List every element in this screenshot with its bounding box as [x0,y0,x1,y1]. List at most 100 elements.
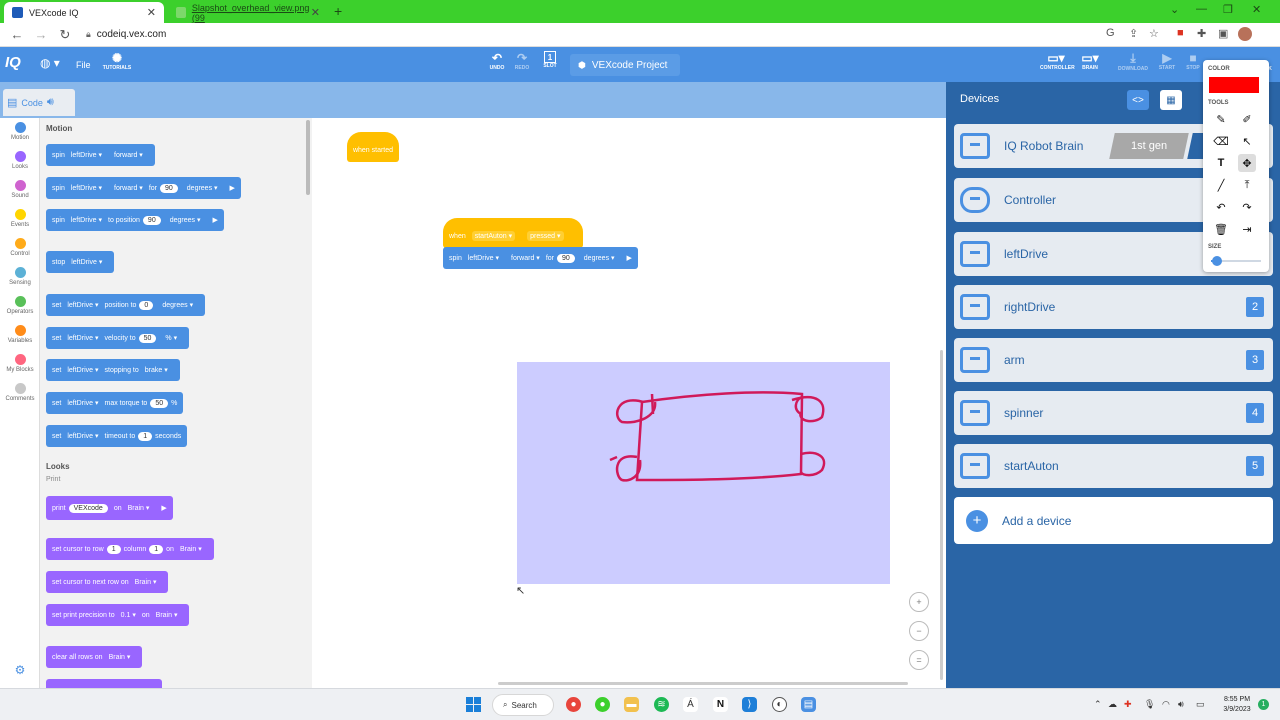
device-row-spinner[interactable]: spinner 4 [954,391,1273,435]
device-row-rightdrive[interactable]: rightDrive 2 [954,285,1273,329]
extension-icon[interactable]: ■ [1177,27,1184,39]
position-input[interactable]: 0 [139,300,154,310]
tray-app-icon[interactable]: ✚ [1124,699,1132,710]
url-field[interactable]: 🔒︎ codeiq.vex.com [86,29,166,40]
extensions-puzzle-icon[interactable]: ✚ [1197,27,1206,40]
play-icon[interactable]: ▶ [212,216,217,224]
position-input[interactable]: 90 [142,215,161,225]
download-button[interactable]: ⤓ DOWNLOAD [1116,51,1150,72]
file-menu[interactable]: File [76,60,91,70]
category-my-blocks[interactable]: My Blocks [0,354,40,373]
taskbar-search[interactable]: ⌕ Search [492,694,554,716]
category-comments[interactable]: Comments [0,383,40,402]
close-tab-icon[interactable]: ✕ [147,6,156,19]
direction-dropdown[interactable]: forward ▾ [511,254,540,262]
motor-dropdown[interactable]: leftDrive ▾ [71,216,102,224]
motor-dropdown[interactable]: leftDrive ▾ [67,432,98,440]
notion-icon[interactable]: N [713,697,728,712]
google-icon[interactable]: G [1106,27,1115,39]
workspace-horizontal-scrollbar[interactable] [498,682,908,685]
chrome-profile-icon[interactable]: ● [595,697,610,712]
workspace-vertical-scrollbar[interactable] [940,350,943,680]
palette-scrollbar[interactable] [306,120,310,195]
extensions-icon[interactable]: ⚙︎ [0,663,40,677]
share-icon[interactable]: ⇪ [1129,27,1138,40]
set-velocity-block[interactable]: set leftDrive ▾ velocity to 50 % ▾ [46,327,190,349]
motor-dropdown[interactable]: leftDrive ▾ [71,184,102,192]
file-explorer-icon[interactable]: ▬ [624,697,639,712]
windows-start-icon[interactable] [466,697,481,712]
controller-button[interactable]: ▭▾ CONTROLLER [1040,51,1075,71]
cloud-icon[interactable]: ☁ [1108,699,1117,710]
screen-dropdown[interactable]: Brain ▾ [180,545,202,553]
upload-icon[interactable]: ⤒ [1238,176,1256,194]
line-icon[interactable]: ╱ [1212,176,1230,194]
add-device-button[interactable]: + Add a device [954,497,1273,544]
workspace-spin-for-block[interactable]: spin leftDrive ▾ forward ▾ for 90 degree… [443,247,638,269]
when-started-block[interactable]: when started [347,132,399,162]
velocity-input[interactable]: 50 [138,333,157,343]
screen-dropdown[interactable]: Brain ▾ [156,611,178,619]
wifi-icon[interactable]: ◠ [1162,699,1170,710]
category-variables[interactable]: Variables [0,325,40,344]
play-icon[interactable]: ▶ [230,184,235,192]
new-tab-button[interactable]: + [334,3,342,19]
bookmark-star-icon[interactable]: ☆ [1149,27,1159,40]
zoom-reset-button[interactable]: = [909,650,929,670]
screen-dropdown[interactable]: Brain ▾ [135,578,157,586]
row-input[interactable]: 1 [106,544,121,554]
undo-icon[interactable]: ↶ [1212,198,1230,216]
set-cursor-block[interactable]: set cursor to row 1 column 1 on Brain ▾ [46,538,214,560]
speaker-icon[interactable]: 🔊︎ [47,96,54,109]
spotify-icon[interactable]: ≋ [654,697,669,712]
motor-dropdown[interactable]: leftDrive ▾ [67,399,98,407]
event-device-dropdown[interactable]: startAuton ▾ [471,231,516,241]
marker-icon[interactable]: ✐ [1238,110,1256,128]
volume-icon[interactable]: 🔊︎ [1178,699,1184,710]
direction-dropdown[interactable]: forward ▾ [114,151,143,159]
amount-input[interactable]: 90 [556,253,575,263]
category-control[interactable]: Control [0,238,40,257]
units-dropdown[interactable]: % ▾ [165,334,177,342]
code-view-icon[interactable]: <> [1127,90,1149,110]
redo-icon[interactable]: ↷ [1238,198,1256,216]
units-dropdown[interactable]: degrees ▾ [162,301,193,309]
category-motion[interactable]: Motion [0,122,40,141]
start-button[interactable]: ▶ START [1154,51,1180,71]
device-row-startauton[interactable]: startAuton 5 [954,444,1273,488]
screen-dropdown[interactable]: Brain ▾ [109,653,131,661]
notification-badge[interactable]: 1 [1258,699,1269,710]
clear-all-rows-block[interactable]: clear all rows on Brain ▾ [46,646,143,668]
pointer-icon[interactable]: ↖ [1238,132,1256,150]
stopping-mode-dropdown[interactable]: brake ▾ [145,366,168,374]
project-name-field[interactable]: ⬢ VEXcode Project [570,54,680,76]
column-input[interactable]: 1 [149,544,164,554]
event-type-dropdown[interactable]: pressed ▾ [527,231,564,241]
direction-dropdown[interactable]: forward ▾ [114,184,143,192]
stop-button[interactable]: ■ STOP [1182,51,1204,71]
text-tool-icon[interactable]: T [1212,154,1230,172]
category-sound[interactable]: Sound [0,180,40,199]
set-position-block[interactable]: set leftDrive ▾ position to 0 degrees ▾ [46,294,206,316]
language-globe-icon[interactable]: ◍ ▾ [40,56,60,70]
set-stopping-block[interactable]: set leftDrive ▾ stopping to brake ▾ [46,359,180,381]
redo-button[interactable]: ↷ REDO [509,51,535,71]
drawing-canvas[interactable] [517,362,890,584]
device-row-arm[interactable]: arm 3 [954,338,1273,382]
close-window-button[interactable]: ✕ [1252,3,1261,16]
set-print-precision-block[interactable]: set print precision to 0.1 ▾ on Brain ▾ [46,604,190,626]
tab-slapshot-image[interactable]: Slapshot_overhead_view.png (99 ✕ [168,2,328,23]
motor-dropdown[interactable]: leftDrive ▾ [67,301,98,309]
set-cursor-next-row-block[interactable]: set cursor to next row on Brain ▾ [46,571,169,593]
screen-dropdown[interactable]: Brain ▾ [128,504,150,512]
slot-button[interactable]: 1 SLOT [537,51,563,69]
pen-icon[interactable]: ✎ [1212,110,1230,128]
timeout-input[interactable]: 1 [138,431,153,441]
motor-dropdown[interactable]: leftDrive ▾ [71,151,102,159]
partial-looks-block[interactable] [46,679,162,688]
tab-search-icon[interactable]: ⌄ [1170,3,1179,16]
spin-block[interactable]: spin leftDrive ▾ forward ▾ [46,144,155,166]
motor-dropdown[interactable]: leftDrive ▾ [71,258,102,266]
set-timeout-block[interactable]: set leftDrive ▾ timeout to 1 seconds [46,425,188,447]
tutorials-button[interactable]: ✺ TUTORIALS [100,51,134,71]
